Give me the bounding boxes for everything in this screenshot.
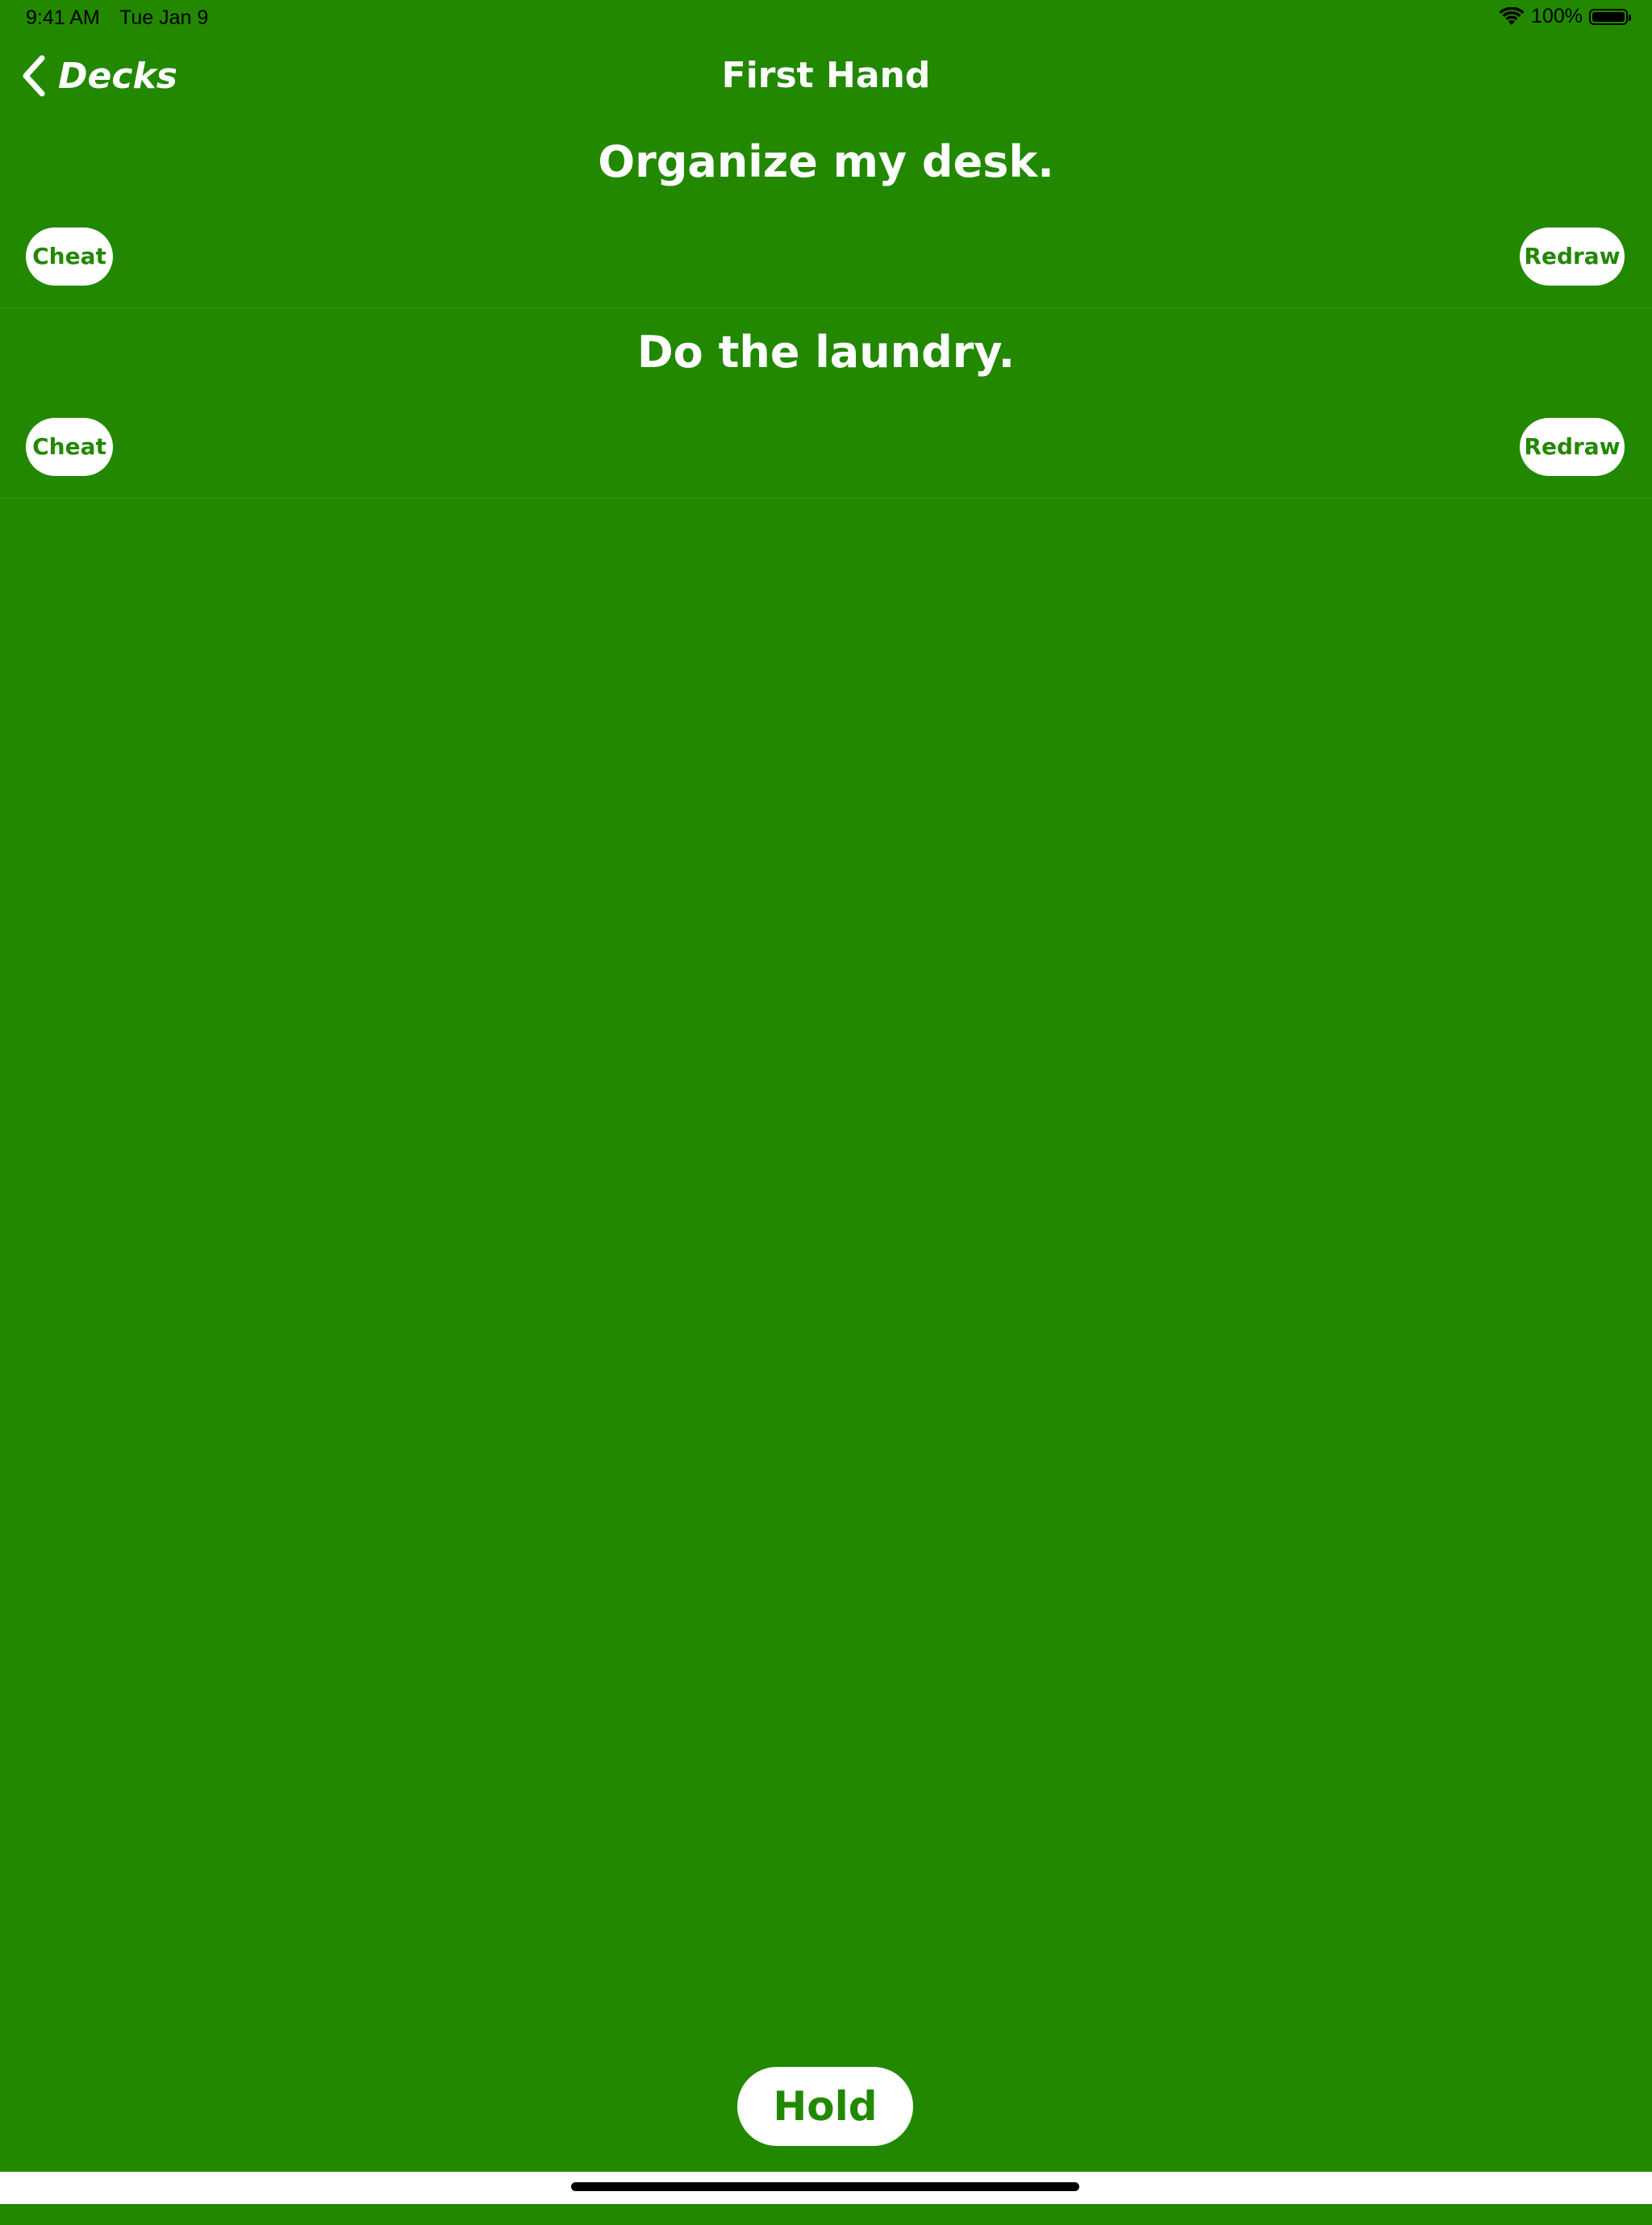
task-row: Do the laundry. Cheat Redraw — [0, 308, 1652, 499]
redraw-button[interactable]: Redraw — [1520, 418, 1625, 476]
status-date: Tue Jan 9 — [119, 6, 209, 29]
battery-percent: 100% — [1531, 5, 1583, 27]
wifi-icon — [1499, 6, 1525, 25]
redraw-button[interactable]: Redraw — [1520, 228, 1625, 286]
cheat-button[interactable]: Cheat — [26, 418, 113, 476]
nav-title: First Hand — [721, 55, 931, 96]
cheat-button[interactable]: Cheat — [26, 228, 113, 286]
battery-fill — [1592, 11, 1625, 22]
home-indicator[interactable] — [571, 2182, 1079, 2191]
chevron-left-icon — [23, 55, 45, 97]
task-row: Organize my desk. Cheat Redraw — [0, 118, 1652, 308]
battery-icon — [1589, 8, 1631, 25]
status-time: 9:41 AM — [26, 6, 100, 29]
task-text: Do the laundry. — [636, 327, 1016, 378]
status-bar: 9:41 AM Tue Jan 9 100% — [0, 0, 1652, 37]
back-button-label: Decks — [58, 55, 177, 97]
back-button[interactable]: Decks — [19, 52, 177, 100]
status-indicators: 100% — [1499, 5, 1631, 28]
hold-em-button[interactable]: Hold 'em! — [737, 2067, 913, 2209]
task-text: Organize my desk. — [598, 136, 1054, 187]
battery-cap — [1629, 14, 1631, 21]
